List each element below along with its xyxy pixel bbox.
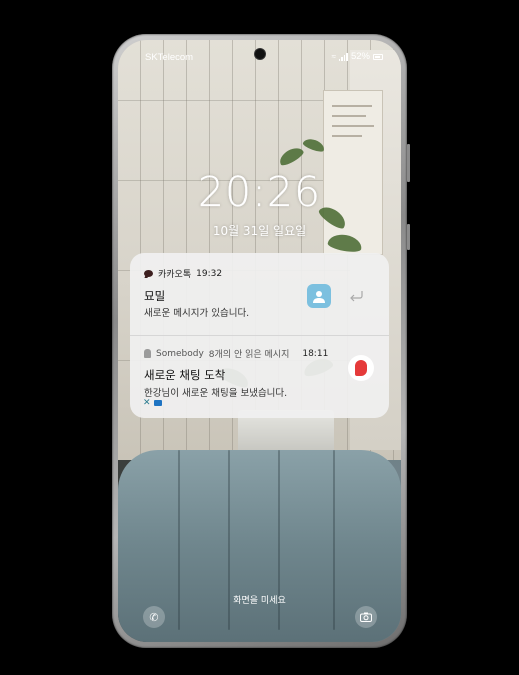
wifi-icon: ≈	[331, 52, 336, 61]
notification-time: 19:32	[196, 268, 223, 279]
poster-line	[332, 105, 372, 107]
volume-button	[407, 144, 410, 182]
person-icon	[313, 291, 325, 303]
tools-icon: ✕	[143, 398, 151, 408]
front-camera	[255, 49, 265, 59]
poster-line	[332, 125, 374, 127]
lock-clock: 20:26	[197, 168, 322, 216]
poster-line	[332, 135, 362, 137]
notification-message: 새로운 메시지가 있습니다.	[144, 308, 250, 319]
carrier-name: SKTelecom	[145, 52, 194, 63]
lock-date: 10월 31일 일요일	[212, 224, 307, 238]
somebody-app-icon	[144, 349, 151, 358]
notification-app-name: Somebody	[156, 348, 204, 359]
battery-icon	[373, 53, 383, 60]
power-button	[407, 224, 410, 250]
kakaotalk-icon	[144, 270, 153, 277]
reply-icon[interactable]	[349, 289, 365, 303]
notification-app-header: Somebody 8개의 안 읽은 메시지 18:11	[144, 347, 328, 360]
signal-icon	[338, 52, 348, 61]
chat-bubble-icon	[348, 355, 374, 381]
notification-kakao[interactable]: 카카오톡 19:32 묘밀 새로운 메시지가 있습니다.	[130, 253, 389, 335]
lock-screen: SKTelecom ≈ 52% 20:26 10월 31일 일요일 카카오톡 1…	[118, 40, 401, 642]
phone-icon: ✆	[149, 610, 159, 624]
notification-app-header: 카카오톡 19:32	[144, 267, 222, 280]
notification-app-icons[interactable]: ✕	[143, 398, 162, 408]
notification-unread: 8개의 안 읽은 메시지	[208, 350, 290, 360]
notification-message: 한강님이 새로운 채팅을 보냈습니다.	[144, 388, 288, 399]
notification-time: 18:11	[302, 348, 329, 359]
notification-title: 새로운 채팅 도착	[144, 368, 226, 382]
avatar	[307, 284, 331, 308]
notification-sender: 묘밀	[144, 289, 166, 303]
status-icons: ≈ 52%	[332, 51, 383, 62]
phone-frame: SKTelecom ≈ 52% 20:26 10월 31일 일요일 카카오톡 1…	[112, 34, 410, 648]
notification-card: 카카오톡 19:32 묘밀 새로운 메시지가 있습니다. Somebody 8개…	[130, 253, 389, 418]
camera-icon	[360, 612, 372, 622]
message-icon	[153, 400, 162, 406]
notification-somebody[interactable]: Somebody 8개의 안 읽은 메시지 18:11 새로운 채팅 도착 한강…	[130, 336, 389, 418]
battery-percent: 52%	[350, 51, 370, 62]
poster-line	[332, 115, 366, 117]
notification-app-name: 카카오톡	[158, 270, 192, 280]
swipe-hint: 화면을 미세요	[233, 596, 286, 606]
camera-shortcut[interactable]	[355, 606, 377, 628]
phone-shortcut[interactable]: ✆	[143, 606, 165, 628]
